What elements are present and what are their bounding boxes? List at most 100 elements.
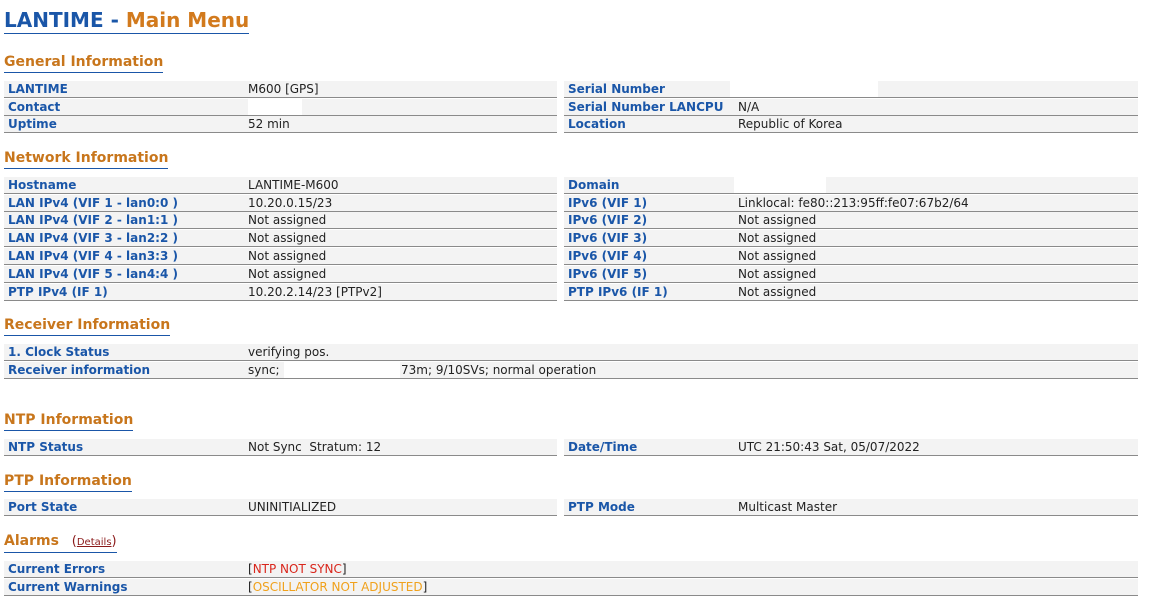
row-label: Contact [8,100,61,114]
section-heading-ptp: PTP Information [4,473,132,492]
details-paren-close: ) [111,534,117,549]
alarms-details-link[interactable]: Details [77,537,112,548]
row-value: Not assigned [738,213,817,227]
row-label: IPv6 (VIF 4) [568,249,648,263]
info-row-current-errors: Current Errors [NTP NOT SYNC] [4,561,1138,578]
info-row-lan-vif4: LAN IPv4 (VIF 4 - lan3:3 ) Not assigned [4,248,557,265]
row-value: Not assigned [248,249,327,263]
row-label: Port State [8,500,78,514]
row-label: LAN IPv4 (VIF 4 - lan3:3 ) [8,249,178,263]
row-label: IPv6 (VIF 3) [568,231,648,245]
row-label: NTP Status [8,440,84,454]
info-row-port-state: Port State UNINITIALIZED [4,499,557,516]
row-label: LAN IPv4 (VIF 5 - lan4:4 ) [8,267,178,281]
row-label: IPv6 (VIF 5) [568,267,648,281]
row-label: LAN IPv4 (VIF 1 - lan0:0 ) [8,196,178,210]
row-label: Domain [568,178,620,192]
row-label: Current Errors [8,562,106,576]
row-value: M600 [GPS] [248,82,319,96]
info-row-hostname: Hostname LANTIME-M600 [4,177,557,194]
row-label: PTP IPv6 (IF 1) [568,285,668,299]
info-row-ipv6-vif2: IPv6 (VIF 2) Not assigned [564,212,1138,229]
row-label: 1. Clock Status [8,345,110,359]
row-label: Current Warnings [8,580,128,594]
row-value: Not assigned [738,267,817,281]
row-value: Not Sync Stratum: 12 [248,440,382,454]
info-row-ipv6-vif5: IPv6 (VIF 5) Not assigned [564,266,1138,283]
row-label: Serial Number [568,82,665,96]
row-value: Republic of Korea [738,117,843,131]
info-row-lantime: LANTIME M600 [GPS] [4,81,557,98]
row-label: PTP Mode [568,500,635,514]
info-row-ptp-mode: PTP Mode Multicast Master [564,499,1138,516]
row-value: 10.20.0.15/23 [248,196,333,210]
row-label: LAN IPv4 (VIF 3 - lan2:2 ) [8,231,178,245]
info-row-location: Location Republic of Korea [564,116,1138,133]
info-row-ipv6-vif4: IPv6 (VIF 4) Not assigned [564,248,1138,265]
row-label: Uptime [8,117,57,131]
info-row-clock-status: 1. Clock Status verifying pos. [4,344,1138,361]
info-row-lan-vif1: LAN IPv4 (VIF 1 - lan0:0 ) 10.20.0.15/23 [4,195,557,212]
row-value: LANTIME-M600 [248,178,339,192]
redacted-block [248,99,302,115]
row-value: Linklocal: fe80::213:95ff:fe07:67b2/64 [738,196,969,210]
page-title: LANTIME - Main Menu [4,8,250,34]
row-label: Serial Number LANCPU [568,100,724,114]
row-label: IPv6 (VIF 2) [568,213,648,227]
section-heading-general: General Information [4,54,164,73]
row-value: 52 min [248,117,290,131]
row-value: Not assigned [738,231,817,245]
info-row-ptp-ipv6: PTP IPv6 (IF 1) Not assigned [564,284,1138,301]
info-row-uptime: Uptime 52 min [4,116,557,133]
section-heading-ntp: NTP Information [4,412,134,431]
row-label: Location [568,117,626,131]
row-value: Multicast Master [738,500,838,514]
info-row-lan-vif5: LAN IPv4 (VIF 5 - lan4:4 ) Not assigned [4,266,557,283]
row-value: [OSCILLATOR NOT ADJUSTED] [248,580,428,594]
row-value: sync; [248,363,280,377]
section-heading-receiver: Receiver Information [4,317,171,336]
row-value: UTC 21:50:43 Sat, 05/07/2022 [738,440,920,454]
info-row-ptp-ipv4: PTP IPv4 (IF 1) 10.20.2.14/23 [PTPv2] [4,284,557,301]
row-label: PTP IPv4 (IF 1) [8,285,108,299]
row-label: LANTIME [8,82,68,96]
info-row-ipv6-vif3: IPv6 (VIF 3) Not assigned [564,230,1138,247]
info-row-current-warnings: Current Warnings [OSCILLATOR NOT ADJUSTE… [4,579,1138,596]
row-value: Not assigned [248,267,327,281]
row-label: Date/Time [568,440,638,454]
row-label: LAN IPv4 (VIF 2 - lan1:1 ) [8,213,178,227]
warning-text: OSCILLATOR NOT ADJUSTED [252,580,423,594]
row-value: Not assigned [248,213,327,227]
row-label: Hostname [8,178,77,192]
info-row-lan-vif2: LAN IPv4 (VIF 2 - lan1:1 ) Not assigned [4,212,557,229]
info-row-receiver-information: Receiver information sync; 73m; 9/10SVs;… [4,362,1138,379]
row-label: Receiver information [8,363,151,377]
redacted-block [284,362,400,378]
info-row-domain: Domain [564,177,1138,194]
row-value: 10.20.2.14/23 [PTPv2] [248,285,382,299]
row-value: N/A [738,100,760,114]
info-row-serial-lancpu: Serial Number LANCPU N/A [564,99,1138,116]
info-row-serial-number: Serial Number [564,81,1138,98]
info-row-ntp-status: NTP Status Not Sync Stratum: 12 [4,439,557,456]
info-row-date-time: Date/Time UTC 21:50:43 Sat, 05/07/2022 [564,439,1138,456]
redacted-block [734,177,826,193]
info-row-contact: Contact [4,99,557,116]
redacted-block [730,81,878,97]
row-value: Not assigned [738,249,817,263]
row-value: UNINITIALIZED [248,500,337,514]
row-value: verifying pos. [248,345,330,359]
page-title-menu: Main Menu [125,8,250,32]
row-label: IPv6 (VIF 1) [568,196,648,210]
section-heading-alarms: Alarms (Details) [4,533,117,553]
row-value: Not assigned [738,285,817,299]
page-title-product: LANTIME - [4,8,126,32]
row-value-detail: 73m; 9/10SVs; normal operation [401,363,597,377]
row-value: Not assigned [248,231,327,245]
info-row-ipv6-vif1: IPv6 (VIF 1) Linklocal: fe80::213:95ff:f… [564,195,1138,212]
section-heading-network: Network Information [4,150,169,169]
row-value: [NTP NOT SYNC] [248,562,347,576]
info-row-lan-vif3: LAN IPv4 (VIF 3 - lan2:2 ) Not assigned [4,230,557,247]
alarms-heading-text: Alarms [4,533,59,549]
error-text: NTP NOT SYNC [252,562,342,576]
